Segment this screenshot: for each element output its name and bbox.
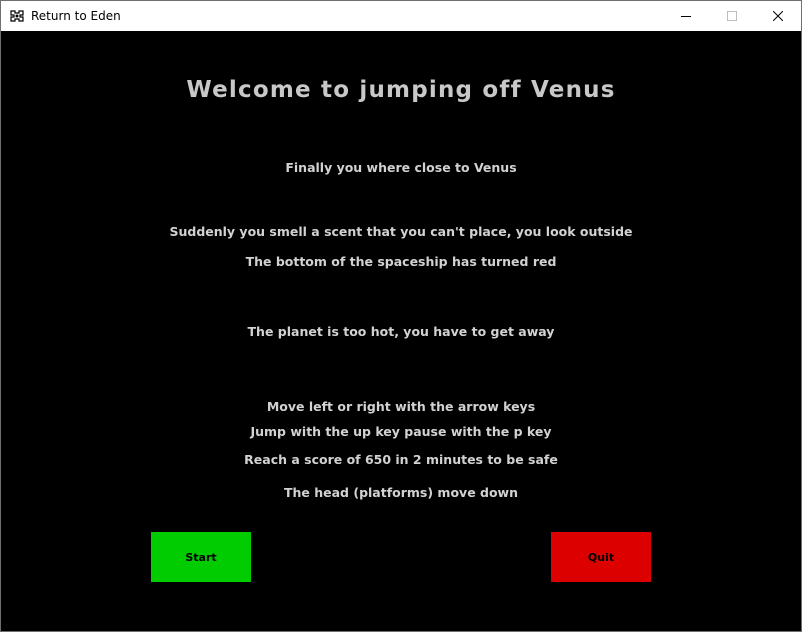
- app-window: Return to Eden Welcome to jumping off Ve…: [0, 0, 802, 632]
- story-line: Suddenly you smell a scent that you can'…: [169, 224, 633, 239]
- story-line: Finally you where close to Venus: [285, 160, 517, 175]
- start-button[interactable]: Start: [151, 532, 251, 582]
- instruction-line: Jump with the up key pause with the p ke…: [250, 424, 552, 439]
- quit-button[interactable]: Quit: [551, 532, 651, 582]
- game-controller-icon: [9, 8, 25, 24]
- window-title: Return to Eden: [31, 9, 121, 23]
- instruction-line: Move left or right with the arrow keys: [266, 399, 536, 414]
- minimize-button[interactable]: [663, 1, 709, 31]
- minimize-icon: [681, 16, 691, 17]
- maximize-button[interactable]: [709, 1, 755, 31]
- welcome-heading: Welcome to jumping off Venus: [186, 77, 616, 103]
- instruction-line: The head (platforms) move down: [283, 485, 518, 500]
- game-canvas[interactable]: Welcome to jumping off Venus Finally you…: [1, 31, 801, 631]
- close-button[interactable]: [755, 1, 801, 31]
- story-line: The bottom of the spaceship has turned r…: [245, 254, 557, 269]
- title-bar[interactable]: Return to Eden: [1, 1, 801, 31]
- maximize-icon: [727, 11, 737, 21]
- story-line: The planet is too hot, you have to get a…: [247, 324, 555, 339]
- instruction-line: Reach a score of 650 in 2 minutes to be …: [244, 452, 558, 467]
- close-icon: [773, 11, 783, 21]
